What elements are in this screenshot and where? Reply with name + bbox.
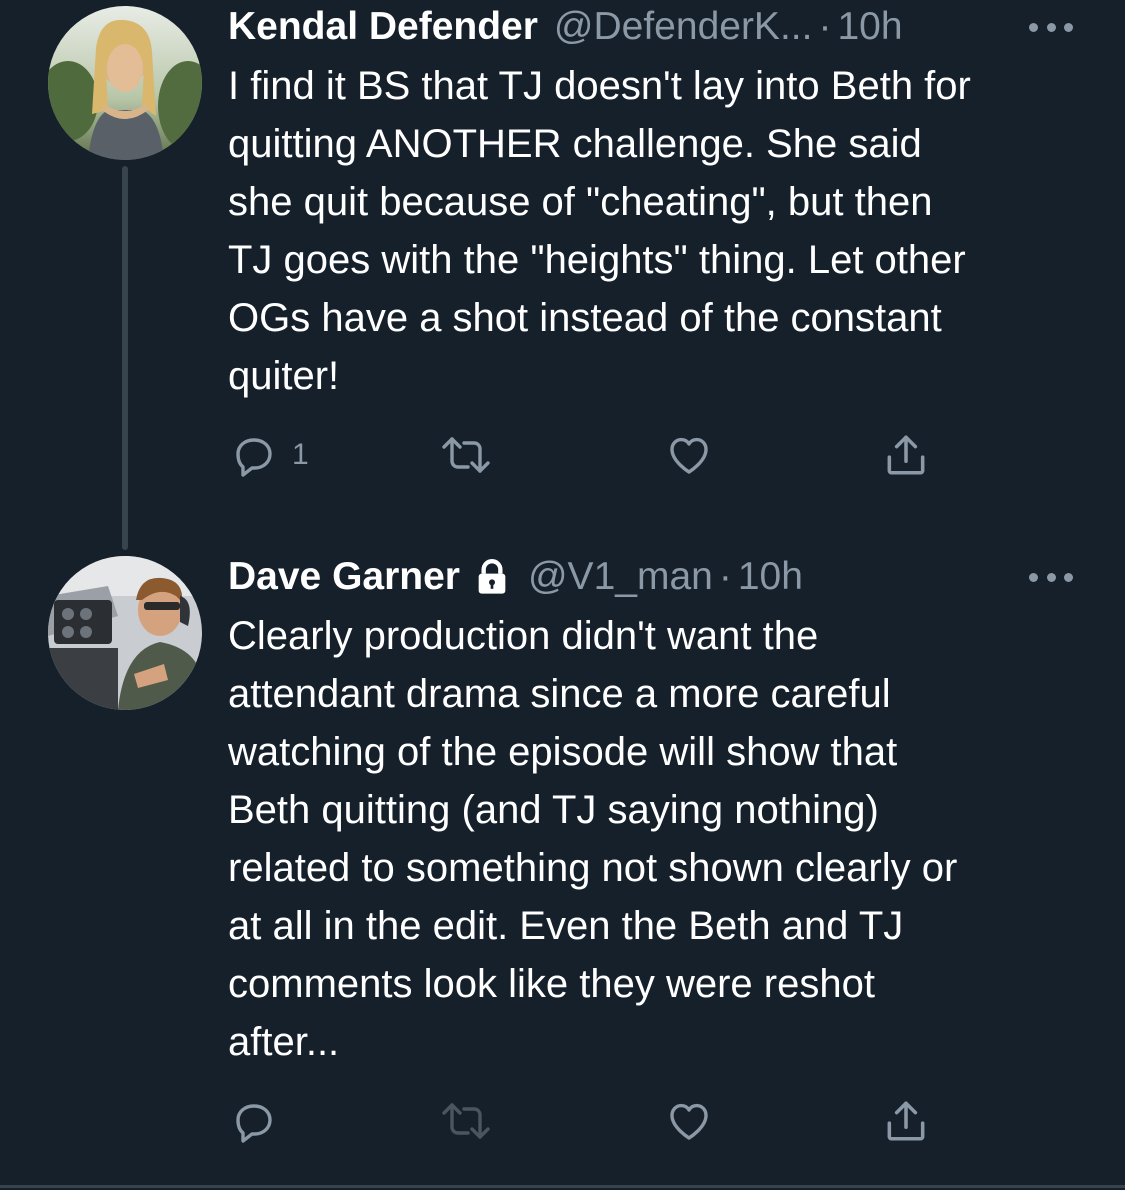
author-handle[interactable]: @DefenderK...	[554, 1, 813, 53]
reply-button[interactable]	[230, 1096, 292, 1146]
separator-dot: ·	[718, 555, 732, 598]
timestamp[interactable]: 10h	[837, 1, 902, 53]
share-button[interactable]	[881, 1096, 931, 1146]
reply-icon	[236, 438, 272, 477]
reply-button[interactable]: 1	[230, 430, 309, 480]
tweet-actions: 1	[228, 430, 948, 480]
retweet-icon	[442, 437, 490, 473]
retweet-button	[440, 1096, 492, 1146]
more-options-icon[interactable]	[1029, 17, 1073, 37]
bottom-divider	[0, 1185, 1125, 1188]
retweet-icon	[442, 1103, 490, 1139]
share-button[interactable]	[881, 430, 931, 480]
author-handle[interactable]: @V1_man	[528, 551, 713, 603]
separator-dot: ·	[818, 5, 832, 48]
thread-connector-line	[122, 166, 128, 550]
retweet-button[interactable]	[440, 430, 492, 480]
tweet-header: Dave Garner @V1_man · 10h	[228, 551, 803, 603]
tweet-text: Clearly production didn't want the atten…	[228, 614, 958, 1064]
like-icon	[670, 437, 708, 474]
tweet-kendal-defender[interactable]: Kendal Defender @DefenderK... · 10h I fi…	[0, 0, 1125, 550]
share-icon	[887, 435, 925, 475]
like-icon	[670, 1103, 708, 1140]
author-name[interactable]: Kendal Defender	[228, 1, 538, 53]
avatar-image	[48, 556, 202, 710]
tweet-dave-garner[interactable]: Dave Garner @V1_man · 10h Clearly produc…	[0, 550, 1125, 1185]
tweet-text: I find it BS that TJ doesn't lay into Be…	[228, 64, 971, 398]
avatar-image	[48, 6, 202, 160]
avatar[interactable]	[48, 556, 202, 710]
tweet-header: Kendal Defender @DefenderK... · 10h	[228, 1, 903, 53]
author-name[interactable]: Dave Garner	[228, 551, 460, 603]
reply-icon	[236, 1104, 272, 1143]
more-options-icon[interactable]	[1029, 567, 1073, 587]
timestamp[interactable]: 10h	[738, 551, 803, 603]
share-icon	[887, 1101, 925, 1141]
like-button[interactable]	[665, 1096, 713, 1146]
like-button[interactable]	[665, 430, 713, 480]
tweet-actions	[228, 1096, 948, 1146]
reply-count: 1	[292, 438, 309, 471]
lock-icon	[472, 557, 512, 597]
avatar[interactable]	[48, 6, 202, 160]
